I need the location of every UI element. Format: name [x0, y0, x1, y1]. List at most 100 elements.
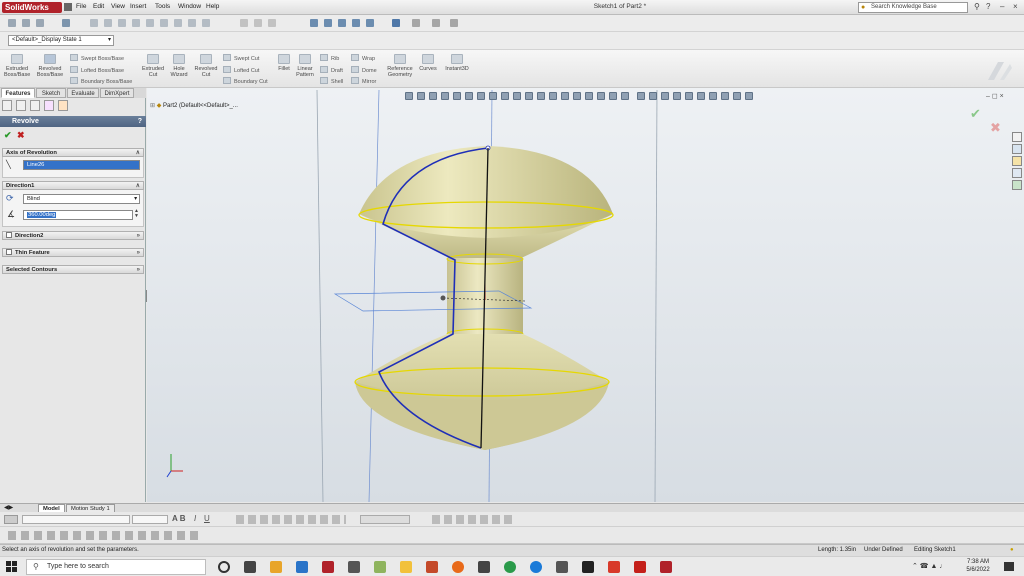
app-icon[interactable] — [556, 561, 568, 573]
menu-pin-icon[interactable] — [64, 3, 72, 11]
display-manager-icon[interactable] — [58, 100, 68, 111]
notification-icon[interactable] — [1004, 562, 1014, 571]
thin-feature-checkbox[interactable] — [6, 249, 12, 255]
instant3d-button[interactable]: Instant3D — [441, 54, 473, 72]
rectangle-icon[interactable] — [132, 19, 140, 27]
arc-icon[interactable] — [160, 19, 168, 27]
zoom-area-icon[interactable] — [417, 92, 425, 100]
swept-boss-button[interactable]: Swept Boss/Base — [70, 54, 124, 62]
cortana-icon[interactable] — [218, 561, 230, 573]
view-orientation-icon[interactable] — [453, 92, 461, 100]
revolved-cut-button[interactable]: Revolved Cut — [192, 54, 220, 78]
menu-help[interactable]: Help — [206, 3, 219, 10]
back-view-icon[interactable] — [649, 92, 657, 100]
hidden-lines-visible-icon[interactable] — [561, 92, 569, 100]
rib-button[interactable]: Rib — [320, 54, 339, 62]
taskbar-search-input[interactable]: ⚲ Type here to search — [26, 559, 206, 575]
view-settings-icon[interactable] — [513, 92, 521, 100]
app-icon[interactable] — [504, 561, 516, 573]
sketch-tools[interactable] — [8, 531, 198, 540]
tab-sketch[interactable]: Sketch — [36, 88, 66, 98]
bold-button[interactable]: A B — [172, 514, 185, 523]
trimetric-view-icon[interactable] — [721, 92, 729, 100]
angle-spinner[interactable]: ▲ ▼ — [134, 209, 139, 219]
circle-icon[interactable] — [146, 19, 154, 27]
task-view-icon[interactable] — [244, 561, 256, 573]
confirm-cancel-icon[interactable]: ✖ — [990, 120, 1001, 136]
section-view-icon[interactable] — [441, 92, 449, 100]
design-library-icon[interactable] — [1012, 144, 1022, 154]
file-explorer-icon[interactable] — [400, 561, 412, 573]
normal-to-icon[interactable] — [745, 92, 753, 100]
isometric-view-icon[interactable] — [709, 92, 717, 100]
hide-show-icon[interactable] — [412, 19, 420, 27]
scene-icon[interactable] — [450, 19, 458, 27]
lofted-boss-button[interactable]: Lofted Boss/Base — [70, 66, 124, 74]
open-icon[interactable] — [22, 19, 30, 27]
lofted-cut-button[interactable]: Lofted Cut — [223, 66, 259, 74]
zoom-to-fit-icon[interactable] — [405, 92, 413, 100]
hole-wizard-button[interactable]: Hole Wizard — [167, 54, 191, 78]
hidden-lines-removed-icon[interactable] — [573, 92, 581, 100]
top-view-icon[interactable] — [685, 92, 693, 100]
tab-features[interactable]: Features — [1, 88, 35, 98]
wireframe-icon[interactable] — [549, 92, 557, 100]
edge-icon[interactable] — [530, 561, 542, 573]
italic-button[interactable]: I — [194, 514, 196, 523]
shell-button[interactable]: Shell — [320, 77, 343, 85]
home-icon[interactable] — [1012, 132, 1022, 142]
help-icon[interactable]: ? — [138, 116, 142, 127]
trim-icon[interactable] — [188, 19, 196, 27]
section-view-icon[interactable] — [352, 19, 360, 27]
selected-contours-header[interactable]: Selected Contours » — [2, 265, 144, 274]
firefox-icon[interactable] — [452, 561, 464, 573]
view-orientation-icon[interactable] — [366, 19, 374, 27]
configuration-manager-icon[interactable] — [30, 100, 40, 111]
cancel-x-icon[interactable]: ✖ — [17, 130, 25, 141]
graphics-area[interactable] — [147, 88, 1024, 502]
app-icon[interactable] — [426, 561, 438, 573]
mirror-button[interactable]: Mirror — [351, 77, 376, 85]
close-button[interactable]: × — [1013, 2, 1018, 11]
dome-button[interactable]: Dome — [351, 66, 377, 74]
edit-appearance-icon[interactable] — [489, 92, 497, 100]
search-button[interactable]: ⚲ — [974, 2, 980, 11]
menu-window[interactable]: Window — [178, 3, 201, 10]
smart-dimension-icon[interactable] — [104, 19, 112, 27]
font-size-select[interactable] — [132, 515, 168, 524]
previous-view-icon[interactable] — [429, 92, 437, 100]
boundary-boss-button[interactable]: Boundary Boss/Base — [70, 77, 132, 85]
menu-view[interactable]: View — [111, 3, 125, 10]
undo-icon[interactable] — [240, 19, 248, 27]
print-icon[interactable] — [62, 19, 70, 27]
text-style-icon[interactable] — [4, 515, 18, 524]
fillet-button[interactable]: Fillet — [275, 54, 293, 72]
linear-pattern-button[interactable]: Linear Pattern — [294, 54, 316, 78]
underline-button[interactable]: U — [204, 514, 210, 523]
feature-manager-icon[interactable] — [2, 100, 12, 111]
file-explorer-icon[interactable] — [1012, 156, 1022, 166]
menu-insert[interactable]: Insert — [130, 3, 146, 10]
view-palette-icon[interactable] — [1012, 168, 1022, 178]
direction2-checkbox[interactable] — [6, 232, 12, 238]
draft-button[interactable]: Draft — [320, 66, 343, 74]
angle-input[interactable]: 360.00deg — [23, 210, 133, 220]
rebuild-indicator-icon[interactable]: ● — [1010, 545, 1014, 556]
curves-button[interactable]: Curves — [417, 54, 439, 72]
reverse-direction-icon[interactable]: ⟳ — [6, 193, 14, 204]
zoom-area-icon[interactable] — [324, 19, 332, 27]
taskbar-clock[interactable]: 7:38 AM 5/6/2022 — [960, 558, 996, 574]
direction2-header[interactable]: Direction2 » — [2, 231, 144, 240]
zoom-fit-icon[interactable] — [310, 19, 318, 27]
minimize-button[interactable]: – — [1000, 2, 1004, 11]
solidworks-logo[interactable]: SolidWorks — [2, 2, 62, 13]
app-icon[interactable] — [608, 561, 620, 573]
perspective-icon[interactable] — [621, 92, 629, 100]
taskbar-app-icon[interactable] — [270, 561, 282, 573]
new-icon[interactable] — [8, 19, 16, 27]
sketch-icon[interactable] — [90, 19, 98, 27]
menu-tools[interactable]: Tools — [155, 3, 170, 10]
help-button[interactable]: ? — [986, 2, 990, 11]
system-tray-icons[interactable]: ⌃ ☎ ▲ ♩ — [912, 562, 946, 570]
rebuild-icon[interactable] — [268, 19, 276, 27]
